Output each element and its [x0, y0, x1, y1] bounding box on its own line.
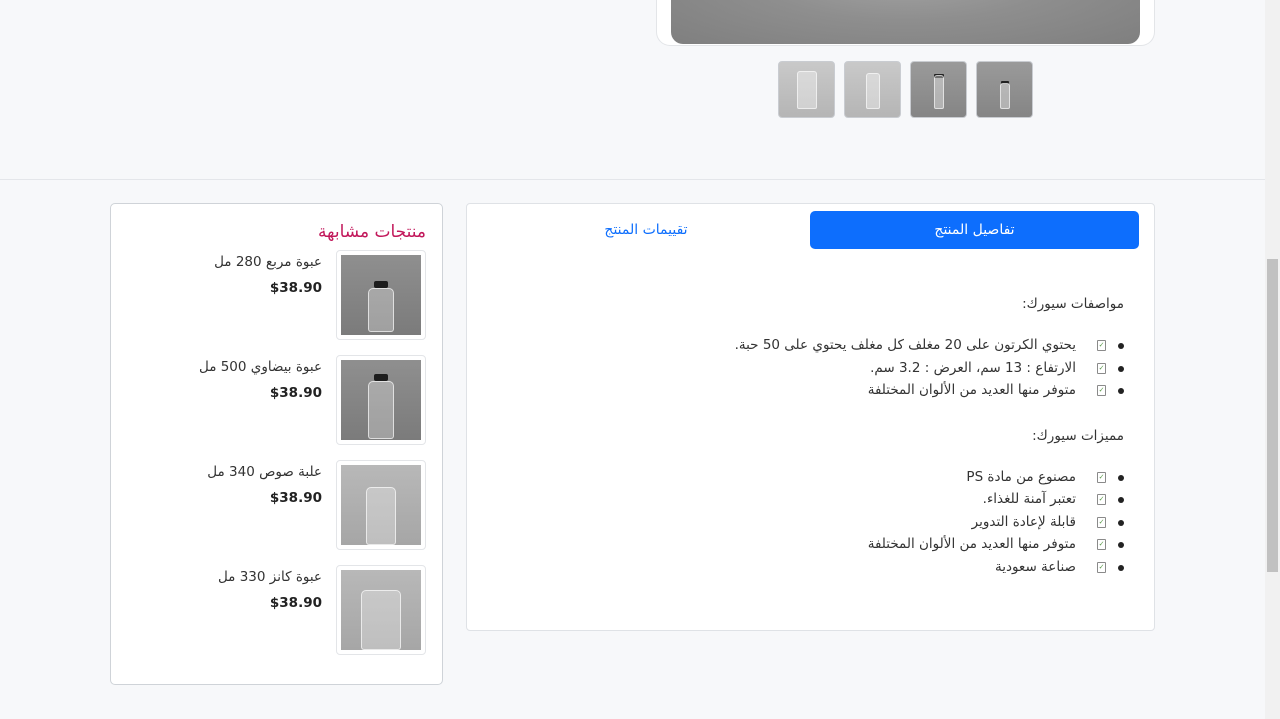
checkbox-icon: ✓ — [1097, 385, 1106, 396]
product-image[interactable] — [336, 460, 426, 550]
tab-product-details[interactable]: تفاصيل المنتج — [810, 211, 1139, 249]
checkbox-icon: ✓ — [1097, 362, 1106, 374]
list-item: ✓ تعتبر آمنة للغذاء. — [497, 488, 1124, 511]
thumbnail-strip — [778, 61, 1033, 118]
section-divider — [0, 179, 1265, 180]
thumbnail-3[interactable] — [844, 61, 901, 118]
checkbox-icon: ✓ — [1097, 561, 1106, 573]
product-price: $38.90 — [269, 490, 322, 506]
product-name[interactable]: عبوة بيضاوي 500 مل — [199, 359, 322, 375]
list-item: ✓ الارتفاع : 13 سم، العرض : 3.2 سم. — [497, 357, 1124, 380]
similar-products-title: منتجات مشابهة — [317, 222, 426, 242]
scrollbar-thumb[interactable] — [1267, 259, 1278, 572]
checkbox-icon: ✓ — [1097, 516, 1106, 528]
product-image[interactable] — [336, 565, 426, 655]
product-price: $38.90 — [269, 385, 322, 401]
list-item: ✓ قابلة لإعادة التدوير — [497, 511, 1124, 534]
list-item: ✓ مصنوع من مادة PS — [497, 466, 1124, 489]
list-item: ✓ متوفر منها العديد من الألوان المختلفة — [497, 379, 1124, 402]
product-details-card: تفاصيل المنتج تقييمات المنتج مواصفات سيو… — [466, 203, 1155, 631]
checkbox-icon: ✓ — [1097, 471, 1106, 483]
main-image-frame — [656, 0, 1155, 46]
product-price: $38.90 — [269, 280, 322, 296]
product-description: مواصفات سيورك: ✓ يحتوي الكرتون على 20 مغل… — [497, 296, 1124, 604]
similar-product-4[interactable]: عبوة كانز 330 مل $38.90 — [126, 565, 426, 655]
features-heading: مميزات سيورك: — [1032, 427, 1124, 444]
specs-heading: مواصفات سيورك: — [1022, 296, 1124, 312]
similar-products-card: منتجات مشابهة عبوة مربع 280 مل $38.90 عب… — [110, 203, 443, 685]
list-item: ✓ صناعة سعودية — [497, 556, 1124, 579]
product-tabs: تفاصيل المنتج تقييمات المنتج — [482, 211, 1139, 249]
similar-product-3[interactable]: علبة صوص 340 مل $38.90 — [126, 460, 426, 550]
main-product-image[interactable] — [671, 0, 1140, 44]
checkbox-icon: ✓ — [1097, 494, 1106, 505]
product-image[interactable] — [336, 355, 426, 445]
checkbox-icon: ✓ — [1097, 340, 1106, 351]
similar-product-2[interactable]: عبوة بيضاوي 500 مل $38.90 — [126, 355, 426, 445]
tab-product-reviews[interactable]: تقييمات المنتج — [482, 211, 810, 249]
checkbox-icon: ✓ — [1097, 539, 1106, 550]
product-name[interactable]: عبوة كانز 330 مل — [218, 569, 322, 585]
product-name[interactable]: عبوة مربع 280 مل — [214, 254, 322, 270]
specs-list: ✓ يحتوي الكرتون على 20 مغلف كل مغلف يحتوي… — [497, 334, 1124, 402]
thumbnail-1[interactable] — [976, 61, 1033, 118]
similar-product-1[interactable]: عبوة مربع 280 مل $38.90 — [126, 250, 426, 340]
thumbnail-4[interactable] — [778, 61, 835, 118]
page-scrollbar[interactable] — [1265, 0, 1280, 719]
product-image[interactable] — [336, 250, 426, 340]
list-item: ✓ متوفر منها العديد من الألوان المختلفة — [497, 533, 1124, 556]
product-name[interactable]: علبة صوص 340 مل — [207, 464, 322, 480]
thumbnail-2[interactable] — [910, 61, 967, 118]
list-item: ✓ يحتوي الكرتون على 20 مغلف كل مغلف يحتوي… — [497, 334, 1124, 357]
product-price: $38.90 — [269, 595, 322, 611]
features-list: ✓ مصنوع من مادة PS ✓ تعتبر آمنة للغذاء. ✓ ق… — [497, 466, 1124, 579]
